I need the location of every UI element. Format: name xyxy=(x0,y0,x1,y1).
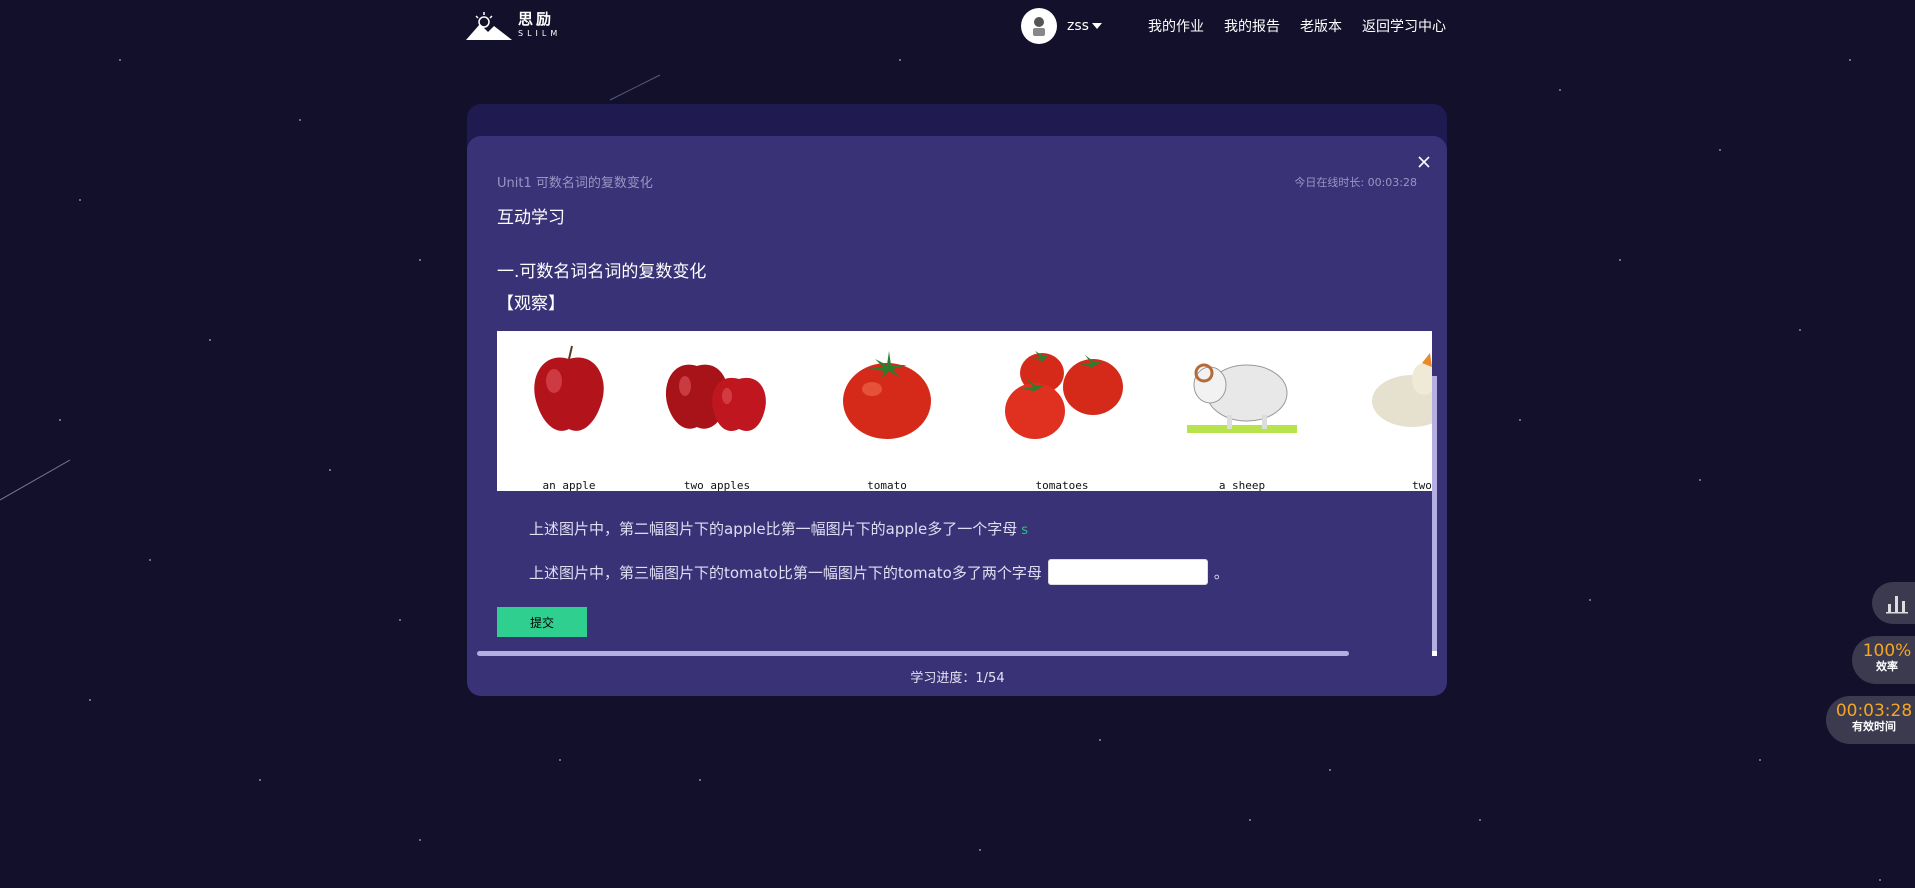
nav-my-report[interactable]: 我的报告 xyxy=(1224,16,1280,36)
image-an-apple: an apple xyxy=(519,341,619,491)
bar-chart-icon xyxy=(1886,596,1908,614)
lesson-subheading-2: 【观察】 xyxy=(497,294,565,314)
two-apples-image xyxy=(665,364,766,431)
question-2-text: 上述图片中，第三幅图片下的tomato比第一幅图片下的tomato多了两个字母 xyxy=(529,563,1042,582)
unit-title: Unit1 可数名词的复数变化 xyxy=(497,176,653,191)
image-two-sheep-partial: two xyxy=(1352,341,1432,491)
image-tomato: tomato xyxy=(837,341,937,491)
top-nav: 我的作业 我的报告 老版本 返回学习中心 xyxy=(1148,16,1446,36)
lesson-subheading-1: 一.可数名词名词的复数变化 xyxy=(497,262,707,282)
close-icon xyxy=(1418,156,1430,168)
sheep-partial-image xyxy=(1372,353,1432,427)
learning-progress: 学习进度：1/54 xyxy=(910,671,1005,686)
image-tomatoes: tomatoes xyxy=(997,341,1127,491)
tomatoes-image xyxy=(1005,351,1123,439)
question-1-text: 上述图片中，第二幅图片下的apple比第一幅图片下的apple多了一个字母 xyxy=(529,520,1018,538)
efficiency-label: 效率 xyxy=(1876,660,1898,673)
vertical-scrollbar-end xyxy=(1432,651,1437,656)
effective-time-value: 00:03:28 xyxy=(1835,701,1913,721)
question-2: 上述图片中，第三幅图片下的tomato比第一幅图片下的tomato多了两个字母 … xyxy=(529,559,1229,585)
section-title: 互动学习 xyxy=(497,208,565,228)
apple-image xyxy=(534,345,604,431)
stats-button[interactable] xyxy=(1872,582,1915,624)
efficiency-value: 100% xyxy=(1862,641,1912,661)
nav-old-version[interactable]: 老版本 xyxy=(1300,16,1342,36)
caption-two-apples: two apples xyxy=(683,479,751,491)
lesson-heading: 一.可数名词名词的复数变化 【观察】 xyxy=(497,256,706,320)
online-time: 今日在线时长: 00:03:28 xyxy=(1294,176,1417,189)
sheep-image xyxy=(1187,363,1297,433)
vertical-scrollbar[interactable] xyxy=(1432,376,1437,656)
horizontal-scrollbar[interactable] xyxy=(477,651,1349,656)
nav-my-homework[interactable]: 我的作业 xyxy=(1148,16,1204,36)
submit-button[interactable]: 提交 xyxy=(497,607,587,637)
nav-back-to-learning-center[interactable]: 返回学习中心 xyxy=(1362,16,1446,36)
user-avatar-icon xyxy=(1033,17,1045,36)
caption-tomato: tomato xyxy=(867,479,907,491)
mountain-logo-icon xyxy=(466,12,512,40)
caption-an-apple: an apple xyxy=(542,479,596,491)
image-two-apples: two apples xyxy=(657,341,777,491)
caret-down-icon xyxy=(1091,23,1102,29)
username-label: zss xyxy=(1067,18,1089,34)
caption-tomatoes: tomatoes xyxy=(1035,479,1089,491)
question-2-suffix: 。 xyxy=(1213,563,1229,582)
avatar[interactable] xyxy=(1021,8,1057,44)
tomato-image xyxy=(843,351,931,439)
observation-image: an apple two apples tomato tomatoes a sh… xyxy=(497,331,1432,491)
caption-two: two xyxy=(1412,479,1432,491)
close-button[interactable] xyxy=(1414,152,1434,172)
question-1-answer: s xyxy=(1021,523,1029,538)
image-a-sheep: a sheep xyxy=(1182,341,1302,491)
logo[interactable]: 思励 SLILM xyxy=(466,10,561,40)
question-1: 上述图片中，第二幅图片下的apple比第一幅图片下的apple多了一个字母 s xyxy=(529,518,1028,539)
logo-english-text: SLILM xyxy=(518,29,562,38)
effective-time-widget[interactable]: 00:03:28 有效时间 xyxy=(1826,696,1915,744)
username-dropdown[interactable]: zss xyxy=(1067,18,1102,34)
answer-input[interactable] xyxy=(1047,559,1208,585)
caption-a-sheep: a sheep xyxy=(1218,479,1266,491)
efficiency-widget[interactable]: 100% 效率 xyxy=(1852,636,1915,684)
effective-time-label: 有效时间 xyxy=(1852,720,1896,733)
logo-chinese-text: 思励 xyxy=(518,10,555,28)
user-menu[interactable]: zss xyxy=(1021,8,1102,44)
